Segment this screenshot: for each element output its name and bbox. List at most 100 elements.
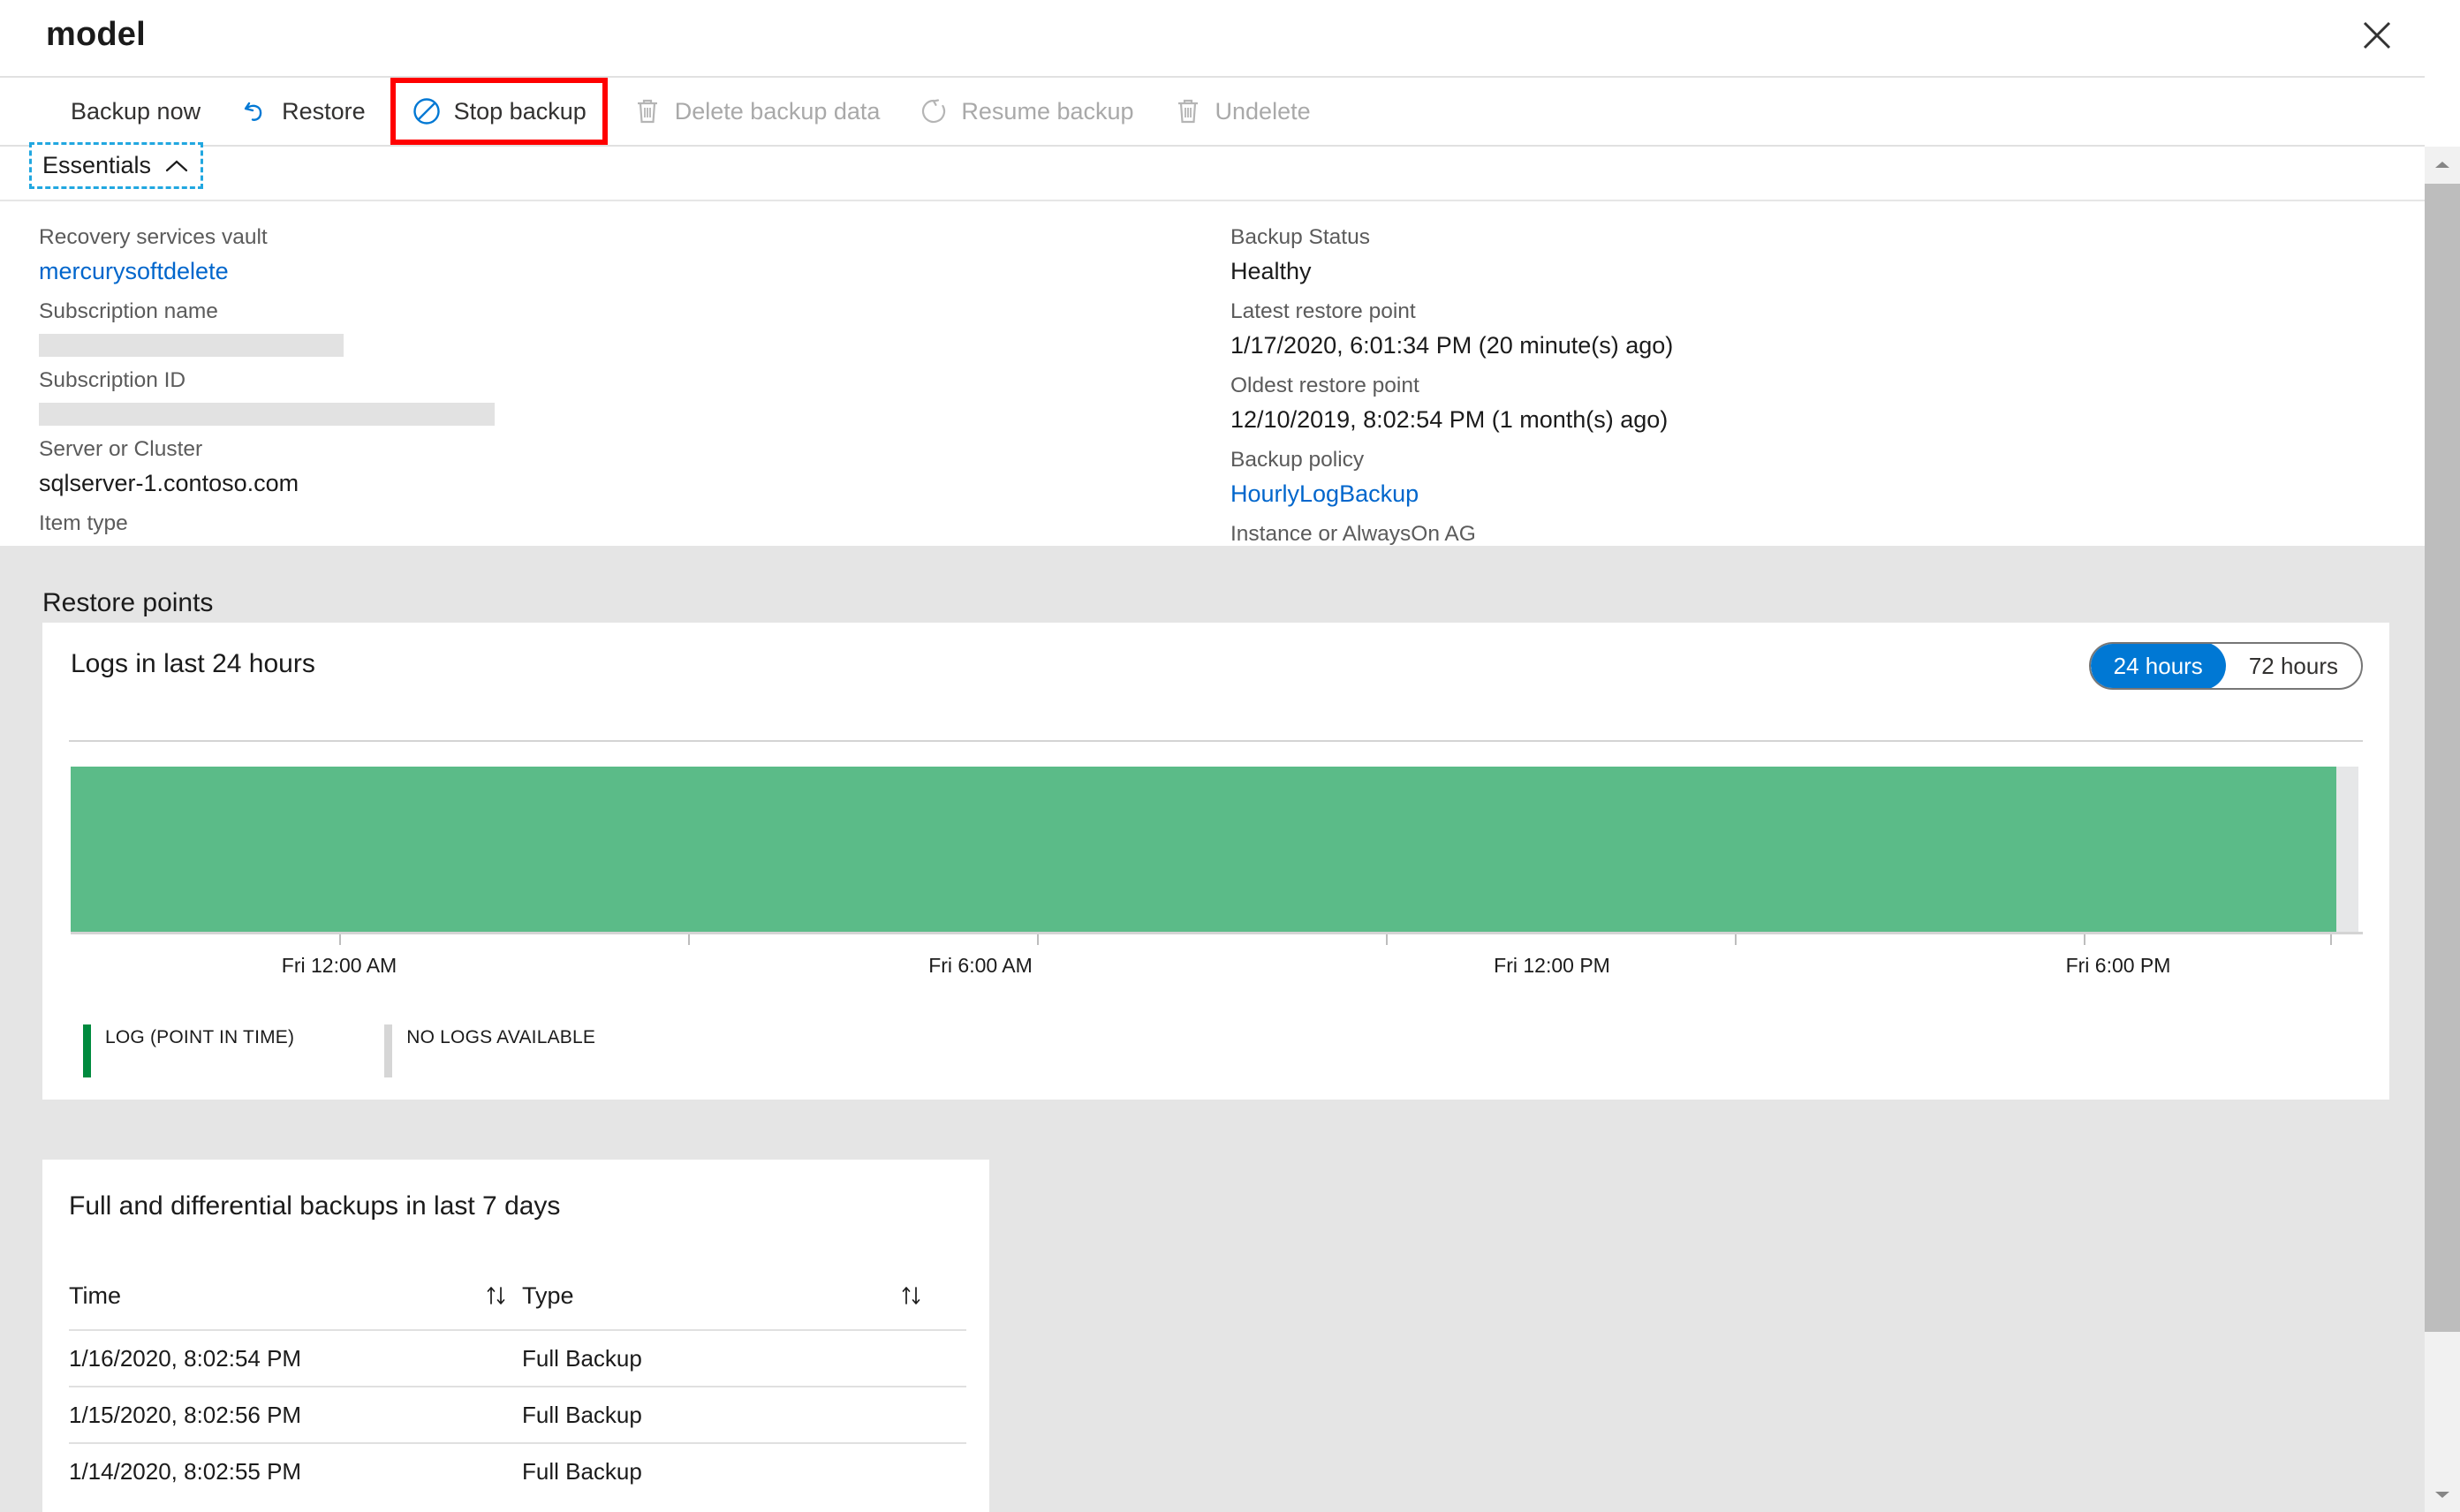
field-backup-policy: Backup policy HourlyLogBackup [1230, 443, 2335, 510]
chart-x-axis [71, 932, 2363, 934]
table-header-row: Time Type [69, 1262, 966, 1329]
backup-now-button[interactable]: Backup now [9, 85, 220, 138]
time-range-toggle: 24 hours 72 hours [2088, 642, 2363, 690]
scroll-up-button[interactable] [2425, 147, 2460, 182]
axis-tick [688, 934, 690, 945]
redacted-subscription-id [39, 403, 495, 426]
backup-now-label: Backup now [71, 97, 201, 125]
prohibition-circle-slash-icon [412, 96, 442, 126]
field-server-or-cluster: Server or Cluster sqlserver-1.contoso.co… [39, 433, 1187, 500]
cell-type: Full Backup [522, 1457, 642, 1485]
trash-icon [1173, 96, 1203, 126]
page-title: model [46, 16, 146, 53]
field-label: Backup Status [1230, 225, 1370, 249]
refresh-circle-icon [919, 96, 949, 126]
column-header-label: Time [69, 1281, 121, 1309]
field-label: Recovery services vault [39, 225, 268, 249]
field-label: Latest restore point [1230, 299, 1416, 323]
undelete-button: Undelete [1154, 85, 1330, 138]
undelete-label: Undelete [1215, 97, 1311, 125]
field-subscription-id: Subscription ID [39, 364, 1187, 426]
legend-label: LOG (POINT IN TIME) [105, 1027, 295, 1047]
restore-label: Restore [282, 97, 366, 125]
axis-tick [2330, 934, 2332, 945]
table-row[interactable]: 1/14/2020, 8:02:55 PM Full Backup [69, 1442, 966, 1499]
scroll-down-button[interactable] [2425, 1477, 2460, 1512]
cell-type: Full Backup [522, 1344, 642, 1372]
legend-item-log-point-in-time: LOG (POINT IN TIME) [83, 1024, 294, 1077]
axis-tick-label: Fri 12:00 AM [281, 954, 397, 977]
essentials-expander[interactable]: Essentials [28, 142, 204, 189]
table-title: Full and differential backups in last 7 … [69, 1191, 561, 1221]
toggle-option-24-hours[interactable]: 24 hours [2090, 644, 2226, 688]
field-backup-status: Backup Status Healthy [1230, 221, 2335, 288]
chart-legend: LOG (POINT IN TIME) NO LOGS AVAILABLE [83, 1024, 595, 1077]
essentials-body: Recovery services vault mercurysoftdelet… [0, 201, 2425, 581]
legend-swatch-green [83, 1024, 91, 1077]
full-differential-backups-card: Full and differential backups in last 7 … [42, 1160, 989, 1512]
resume-backup-button: Resume backup [899, 85, 1153, 138]
delete-backup-data-label: Delete backup data [674, 97, 881, 125]
backup-icon [28, 96, 58, 126]
vertical-scrollbar[interactable] [2425, 147, 2460, 1512]
field-latest-restore-point: Latest restore point 1/17/2020, 6:01:34 … [1230, 295, 2335, 362]
cell-time: 1/16/2020, 8:02:54 PM [69, 1344, 302, 1372]
chart-title: Logs in last 24 hours [71, 649, 315, 678]
essentials-right-column: Backup Status Healthy Latest restore poi… [1230, 221, 2335, 592]
essentials-left-column: Recovery services vault mercurysoftdelet… [39, 221, 1187, 581]
field-label: Oldest restore point [1230, 374, 1419, 397]
axis-tick [2084, 934, 2085, 945]
no-logs-available-bar [2336, 767, 2358, 932]
logs-chart-card: Logs in last 24 hours 24 hours 72 hours … [42, 623, 2389, 1100]
trash-icon [632, 96, 662, 126]
field-value: 1/17/2020, 6:01:34 PM (20 minute(s) ago) [1230, 332, 1674, 359]
chevron-up-icon [165, 159, 188, 173]
field-oldest-restore-point: Oldest restore point 12/10/2019, 8:02:54… [1230, 369, 2335, 436]
legend-label: NO LOGS AVAILABLE [406, 1027, 596, 1047]
field-label: Subscription name [39, 299, 218, 323]
restore-undo-icon [239, 96, 269, 126]
sort-arrows-icon[interactable] [483, 1283, 510, 1308]
legend-item-no-logs-available: NO LOGS AVAILABLE [384, 1024, 595, 1077]
field-value: 12/10/2019, 8:02:54 PM (1 month(s) ago) [1230, 406, 1669, 433]
restore-points-heading: Restore points [42, 588, 214, 617]
essentials-label: Essentials [42, 152, 152, 178]
content-area: Restore points Logs in last 24 hours 24 … [0, 546, 2425, 1512]
backups-table: Time Type 1/16/2020, 8:02:54 PM Full Bac… [69, 1262, 966, 1499]
logs-timeline-plot [71, 767, 2363, 932]
cell-time: 1/15/2020, 8:02:56 PM [69, 1401, 302, 1428]
field-recovery-services-vault: Recovery services vault mercurysoftdelet… [39, 221, 1187, 288]
toggle-option-72-hours[interactable]: 72 hours [2226, 644, 2361, 688]
close-icon[interactable] [2354, 12, 2400, 58]
command-bar: Backup now Restore Stop backup Delete ba… [0, 78, 2425, 147]
legend-swatch-grey [384, 1024, 393, 1077]
field-label: Item type [39, 511, 128, 535]
resume-backup-label: Resume backup [961, 97, 1134, 125]
stop-backup-button[interactable]: Stop backup [390, 78, 608, 145]
delete-backup-data-button: Delete backup data [613, 85, 900, 138]
sort-arrows-icon[interactable] [898, 1283, 925, 1308]
redacted-subscription-name [39, 334, 344, 357]
axis-tick-label: Fri 6:00 AM [928, 954, 1033, 977]
backup-policy-link[interactable]: HourlyLogBackup [1230, 477, 2335, 510]
scrollbar-thumb[interactable] [2425, 184, 2460, 1332]
table-row[interactable]: 1/16/2020, 8:02:54 PM Full Backup [69, 1329, 966, 1386]
axis-tick [1386, 934, 1388, 945]
axis-tick-label: Fri 6:00 PM [2065, 954, 2171, 977]
blade-title-bar: model [0, 0, 2425, 78]
axis-tick [1735, 934, 1737, 945]
axis-tick [339, 934, 341, 945]
column-header-time[interactable]: Time [69, 1282, 522, 1310]
field-label: Backup policy [1230, 448, 1365, 472]
blade-root: model Backup now Restore Stop backup Del… [0, 0, 2460, 1512]
log-point-in-time-bar [71, 767, 2336, 932]
essentials-header: Essentials [0, 142, 2425, 201]
cell-time: 1/14/2020, 8:02:55 PM [69, 1457, 302, 1485]
column-header-type[interactable]: Type [522, 1282, 937, 1310]
table-row[interactable]: 1/15/2020, 8:02:56 PM Full Backup [69, 1386, 966, 1442]
restore-button[interactable]: Restore [220, 85, 385, 138]
field-label: Server or Cluster [39, 437, 203, 461]
axis-tick-label: Fri 12:00 PM [1494, 954, 1610, 977]
recovery-services-vault-link[interactable]: mercurysoftdelete [39, 254, 1187, 288]
chart-divider [69, 740, 2363, 742]
